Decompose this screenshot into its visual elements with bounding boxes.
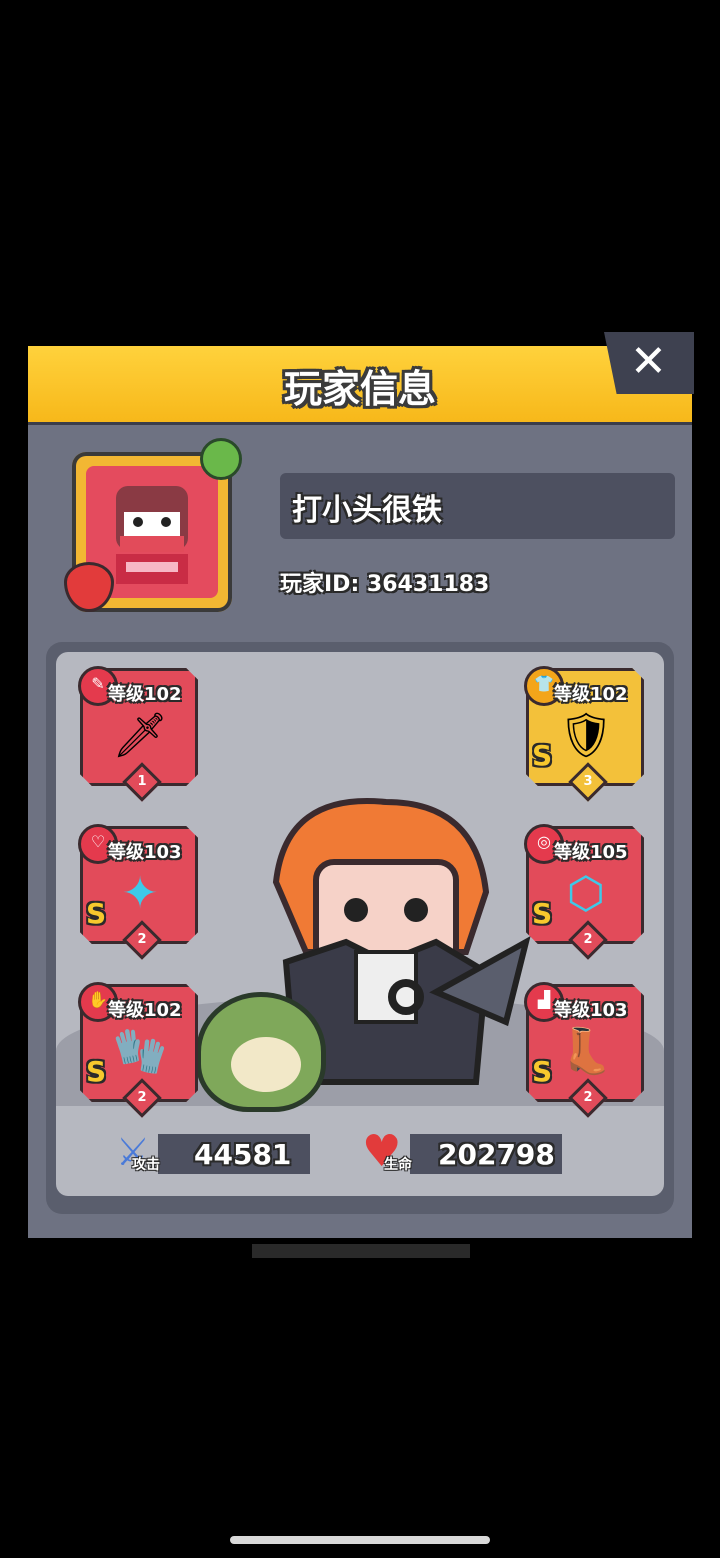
panel-shadow	[252, 1244, 470, 1258]
equip-slot-boots[interactable]: 👢 ▟ 等级103 S 2	[524, 982, 644, 1118]
belt-icon: ⬡	[566, 868, 606, 919]
glove-icon: 🧤	[112, 1026, 168, 1077]
equip-slot-belt[interactable]: ⬡ ◎ 等级105 S 2	[524, 824, 644, 960]
armor-icon: 🛡	[558, 710, 614, 761]
strawberry-icon	[64, 562, 114, 612]
frog-pet-icon	[196, 992, 326, 1112]
kunai-icon: 🗡	[112, 710, 168, 761]
title-bar: 玩家信息	[28, 346, 692, 425]
attack-stat: ⚔ 攻击 44581	[110, 1130, 310, 1174]
attack-label: 攻击	[132, 1157, 160, 1173]
slot-level: 等级102	[108, 1000, 182, 1021]
necklace-icon: ✦	[121, 868, 159, 919]
hp-label: 生命	[384, 1157, 412, 1173]
avatar[interactable]	[64, 438, 242, 612]
boots-icon: 👢	[558, 1026, 614, 1077]
grade-badge: S	[86, 1055, 107, 1088]
slot-level: 等级102	[554, 684, 628, 705]
equip-slot-armor[interactable]: 🛡 👕 等级102 S 3	[524, 666, 644, 802]
equip-slot-glove[interactable]: 🧤 ✋ 等级102 S 2	[78, 982, 198, 1118]
grade-badge: S	[86, 897, 107, 930]
panel-title: 玩家信息	[283, 367, 436, 411]
close-button[interactable]: ✕	[604, 332, 694, 394]
equip-slot-necklace[interactable]: ✦ ♡ 等级103 S 2	[78, 824, 198, 960]
home-indicator[interactable]	[230, 1536, 490, 1544]
player-name-box: 打小头很铁	[280, 473, 675, 539]
player-name: 打小头很铁	[292, 493, 442, 528]
hp-value: 202798	[438, 1138, 555, 1171]
player-id: 玩家ID: 36431183	[280, 572, 490, 597]
equip-slot-weapon[interactable]: 🗡 ✎ 等级102 1	[78, 666, 198, 802]
grade-badge: S	[532, 739, 553, 772]
slot-level: 等级103	[554, 1000, 628, 1021]
hp-stat: ♥ 生命 202798	[362, 1126, 562, 1177]
grade-badge: S	[532, 1055, 553, 1088]
slot-level: 等级103	[108, 842, 182, 863]
close-icon: ✕	[630, 336, 667, 387]
attack-value: 44581	[194, 1138, 292, 1171]
slot-level: 等级105	[554, 842, 628, 863]
leaf-icon	[200, 438, 242, 480]
grade-badge: S	[532, 897, 553, 930]
slot-level: 等级102	[108, 684, 182, 705]
